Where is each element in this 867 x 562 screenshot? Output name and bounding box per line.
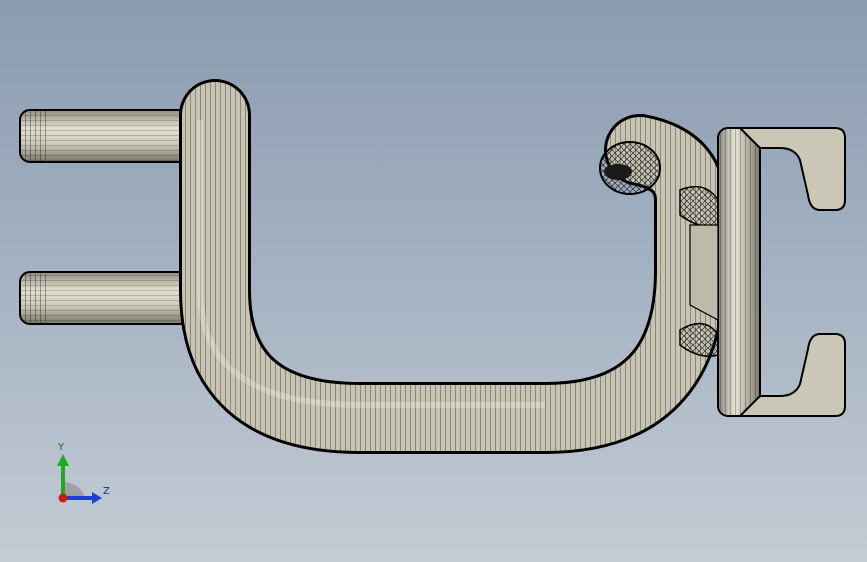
y-arrow-icon: [57, 454, 69, 466]
z-axis-label: Z: [103, 486, 110, 497]
x-axis-dot-icon: [58, 493, 68, 503]
z-arrow-icon: [92, 492, 102, 504]
3d-model-wireframe[interactable]: [0, 0, 867, 562]
curved-tube-body[interactable]: [179, 79, 726, 454]
lower-left-arm[interactable]: [19, 271, 191, 325]
graphics-viewport[interactable]: Y Z: [0, 0, 867, 562]
upper-left-arm[interactable]: [19, 109, 191, 163]
y-axis-label: Y: [58, 442, 65, 453]
